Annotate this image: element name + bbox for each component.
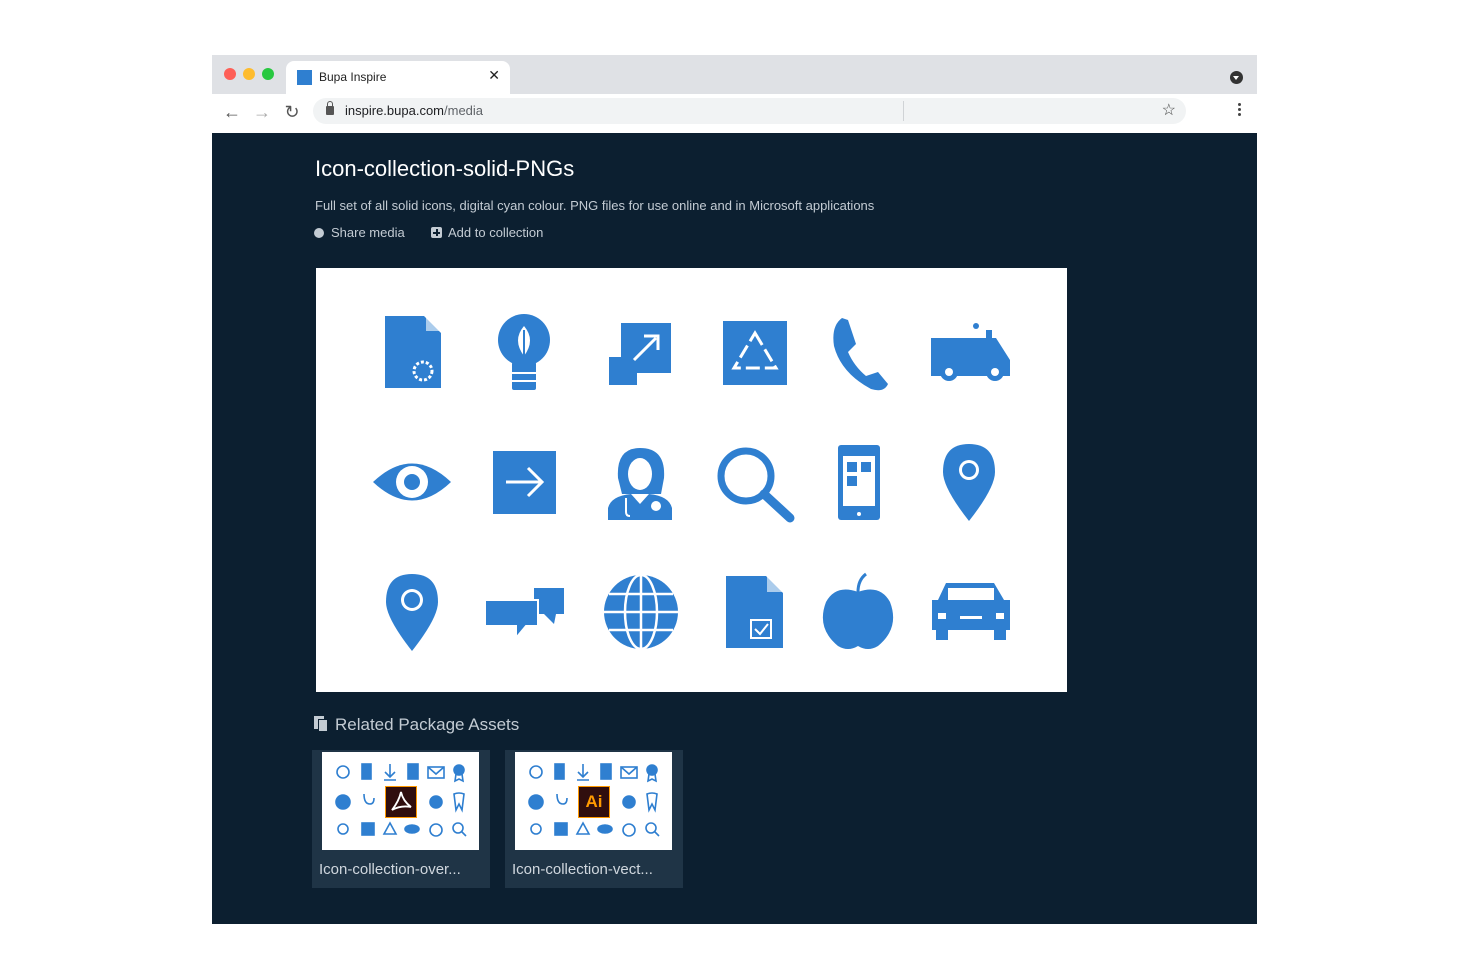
map-pin-icon — [943, 444, 995, 521]
apple-icon — [822, 572, 894, 649]
tab-title: Bupa Inspire — [319, 70, 387, 84]
add-to-collection-link[interactable]: Add to collection — [431, 225, 543, 240]
acrobat-pdf-icon — [385, 786, 417, 818]
acrobat-glyph — [390, 791, 412, 811]
illustrator-icon: Ai — [578, 786, 610, 818]
maximize-window-button[interactable] — [262, 68, 274, 80]
asset-thumbnail — [322, 752, 479, 850]
asset-label: Icon-collection-vect... — [512, 861, 653, 878]
add-to-collection-label: Add to collection — [448, 225, 544, 240]
url-text[interactable]: inspire.bupa.com/media — [345, 103, 483, 118]
forward-button[interactable]: → — [251, 101, 273, 123]
lock-icon[interactable] — [326, 101, 334, 115]
browser-menu-icon[interactable] — [1238, 103, 1241, 118]
share-media-label: Share media — [331, 225, 405, 240]
minimize-window-button[interactable] — [243, 68, 255, 80]
browser-window: Bupa Inspire ✕ ← → ↻ inspire.bupa.com/me… — [212, 55, 1257, 924]
eye-icon — [373, 463, 451, 501]
media-preview[interactable] — [316, 268, 1067, 692]
omnibox-divider — [903, 101, 904, 121]
recycle-icon — [723, 321, 787, 385]
arrow-right-box-icon — [493, 451, 556, 514]
share-media-link[interactable]: Share media — [314, 225, 405, 240]
reload-button[interactable]: ↻ — [281, 101, 303, 123]
tab-close-icon[interactable]: ✕ — [488, 67, 500, 84]
tab-search-icon[interactable] — [1230, 71, 1243, 84]
asset-label: Icon-collection-over... — [319, 861, 461, 878]
document-check-icon — [726, 576, 783, 648]
browser-tab[interactable]: Bupa Inspire ✕ — [286, 61, 510, 94]
globe-icon — [604, 573, 678, 651]
related-assets-heading: Related Package Assets — [314, 715, 519, 735]
asset-thumbnail: Ai — [515, 752, 672, 850]
page-title: Icon-collection-solid-PNGs — [315, 156, 575, 181]
bupa-favicon-icon — [297, 70, 312, 85]
icon-grid-preview — [373, 314, 1010, 651]
copy-files-icon — [314, 716, 328, 732]
magnifier-icon — [717, 447, 795, 523]
expand-arrow-icon — [609, 323, 671, 385]
back-button[interactable]: ← — [221, 101, 243, 123]
address-bar[interactable]: inspire.bupa.com/media ☆ — [313, 98, 1186, 124]
close-window-button[interactable] — [224, 68, 236, 80]
phone-icon — [833, 318, 888, 391]
lightbulb-leaf-icon — [498, 314, 550, 390]
related-asset-card-pdf[interactable]: Icon-collection-over... — [312, 750, 490, 888]
mobile-app-icon — [838, 445, 880, 520]
ambulance-icon — [931, 323, 1010, 381]
doctor-icon — [608, 448, 672, 520]
browser-chrome: Bupa Inspire ✕ ← → ↻ inspire.bupa.com/me… — [212, 55, 1257, 133]
url-host: inspire.bupa.com — [345, 103, 444, 118]
related-assets-heading-text: Related Package Assets — [335, 715, 520, 734]
chat-bubbles-icon — [484, 588, 564, 641]
map-pin-icon — [386, 574, 438, 651]
bookmark-star-icon[interactable]: ☆ — [1162, 100, 1176, 120]
document-gear-icon — [385, 316, 441, 388]
url-path: /media — [444, 103, 484, 118]
browser-toolbar: ← → ↻ inspire.bupa.com/media ☆ — [212, 94, 1257, 133]
plus-square-icon — [431, 227, 442, 238]
related-asset-card-vector[interactable]: Ai Icon-collection-vect... — [505, 750, 683, 888]
share-icon — [314, 228, 324, 238]
media-description: Full set of all solid icons, digital cya… — [315, 198, 875, 213]
car-icon — [932, 583, 1010, 640]
